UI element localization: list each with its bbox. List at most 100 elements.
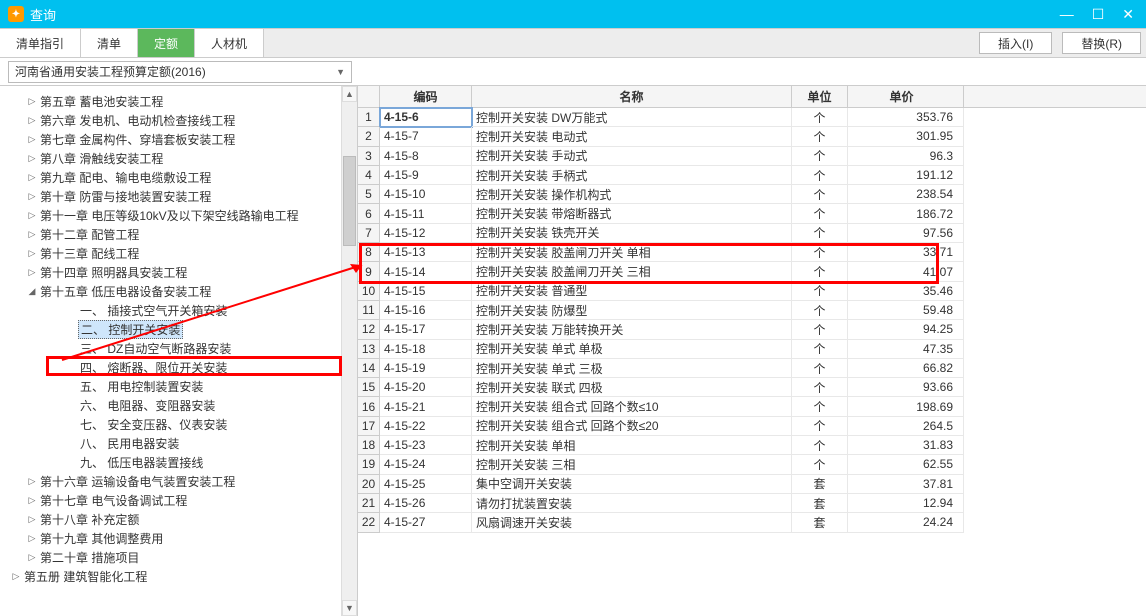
table-row[interactable]: 44-15-9控制开关安装 手柄式个191.12 (358, 166, 1146, 185)
expander-icon[interactable]: ◢ (26, 286, 38, 297)
tree-item[interactable]: 九、 低压电器装置接线 (6, 453, 357, 472)
cell-price[interactable]: 191.12 (848, 166, 964, 185)
cell-unit[interactable]: 个 (792, 243, 848, 262)
table-row[interactable]: 124-15-17控制开关安装 万能转换开关个94.25 (358, 320, 1146, 339)
cell-price[interactable]: 94.25 (848, 320, 964, 339)
table-row[interactable]: 134-15-18控制开关安装 单式 单极个47.35 (358, 340, 1146, 359)
tree-item[interactable]: ▷第十四章 照明器具安装工程 (6, 263, 357, 282)
cell-price[interactable]: 37.81 (848, 475, 964, 494)
cell-unit[interactable]: 套 (792, 513, 848, 532)
cell-name[interactable]: 控制开关安装 单式 三极 (472, 359, 792, 378)
table-row[interactable]: 24-15-7控制开关安装 电动式个301.95 (358, 127, 1146, 146)
expander-icon[interactable]: ▷ (26, 495, 38, 506)
tree-item[interactable]: 八、 民用电器安装 (6, 434, 357, 453)
cell-name[interactable]: 控制开关安装 单式 单极 (472, 340, 792, 359)
col-code[interactable]: 编码 (380, 86, 472, 107)
scroll-down-icon[interactable]: ▼ (342, 600, 357, 616)
table-row[interactable]: 84-15-13控制开关安装 胶盖闸刀开关 单相个33.71 (358, 243, 1146, 262)
tab-0[interactable]: 清单指引 (0, 29, 81, 57)
expander-icon[interactable]: ▷ (26, 172, 38, 183)
expander-icon[interactable]: ▷ (26, 248, 38, 259)
cell-unit[interactable]: 个 (792, 397, 848, 416)
tree-item[interactable]: ▷第十二章 配管工程 (6, 225, 357, 244)
cell-unit[interactable]: 个 (792, 224, 848, 243)
cell-unit[interactable]: 个 (792, 417, 848, 436)
minimize-button[interactable]: — (1056, 6, 1078, 23)
table-row[interactable]: 204-15-25集中空调开关安装套37.81 (358, 475, 1146, 494)
cell-price[interactable]: 96.3 (848, 147, 964, 166)
cell-price[interactable]: 186.72 (848, 204, 964, 223)
tree-item[interactable]: 四、 熔断器、限位开关安装 (6, 358, 357, 377)
cell-price[interactable]: 264.5 (848, 417, 964, 436)
cell-code[interactable]: 4-15-14 (380, 262, 472, 281)
col-unit[interactable]: 单位 (792, 86, 848, 107)
table-row[interactable]: 94-15-14控制开关安装 胶盖闸刀开关 三相个41.07 (358, 262, 1146, 281)
close-button[interactable]: ✕ (1118, 6, 1138, 23)
cell-name[interactable]: 控制开关安装 普通型 (472, 282, 792, 301)
tab-1[interactable]: 清单 (81, 29, 138, 57)
tree-item[interactable]: ▷第十八章 补充定额 (6, 510, 357, 529)
cell-price[interactable]: 47.35 (848, 340, 964, 359)
cell-name[interactable]: 控制开关安装 胶盖闸刀开关 三相 (472, 262, 792, 281)
table-row[interactable]: 144-15-19控制开关安装 单式 三极个66.82 (358, 359, 1146, 378)
cell-unit[interactable]: 个 (792, 127, 848, 146)
tree-item[interactable]: ▷第十一章 电压等级10kV及以下架空线路输电工程 (6, 206, 357, 225)
table-row[interactable]: 164-15-21控制开关安装 组合式 回路个数≤10个198.69 (358, 397, 1146, 416)
cell-unit[interactable]: 个 (792, 185, 848, 204)
cell-name[interactable]: 控制开关安装 防爆型 (472, 301, 792, 320)
cell-code[interactable]: 4-15-27 (380, 513, 472, 532)
cell-name[interactable]: 控制开关安装 胶盖闸刀开关 单相 (472, 243, 792, 262)
cell-price[interactable]: 198.69 (848, 397, 964, 416)
cell-code[interactable]: 4-15-6 (380, 108, 472, 127)
scroll-up-icon[interactable]: ▲ (342, 86, 357, 102)
cell-code[interactable]: 4-15-15 (380, 282, 472, 301)
expander-icon[interactable]: ▷ (26, 552, 38, 563)
cell-unit[interactable]: 个 (792, 166, 848, 185)
cell-price[interactable]: 41.07 (848, 262, 964, 281)
tree-item[interactable]: 三、 DZ自动空气断路器安装 (6, 339, 357, 358)
cell-price[interactable]: 93.66 (848, 378, 964, 397)
cell-price[interactable]: 238.54 (848, 185, 964, 204)
cell-unit[interactable]: 个 (792, 436, 848, 455)
cell-code[interactable]: 4-15-23 (380, 436, 472, 455)
tree-item[interactable]: ▷第十六章 运输设备电气装置安装工程 (6, 472, 357, 491)
tree-item[interactable]: ▷第八章 滑触线安装工程 (6, 149, 357, 168)
tree-item[interactable]: ▷第九章 配电、输电电缆敷设工程 (6, 168, 357, 187)
expander-icon[interactable]: ▷ (26, 514, 38, 525)
cell-unit[interactable]: 个 (792, 108, 848, 127)
table-row[interactable]: 214-15-26请勿打扰装置安装套12.94 (358, 494, 1146, 513)
cell-code[interactable]: 4-15-13 (380, 243, 472, 262)
table-row[interactable]: 174-15-22控制开关安装 组合式 回路个数≤20个264.5 (358, 417, 1146, 436)
expander-icon[interactable]: ▷ (26, 533, 38, 544)
sidebar-scrollbar[interactable]: ▲ ▼ (341, 86, 357, 616)
table-row[interactable]: 74-15-12控制开关安装 铁壳开关个97.56 (358, 224, 1146, 243)
cell-price[interactable]: 24.24 (848, 513, 964, 532)
maximize-button[interactable]: ☐ (1088, 6, 1109, 23)
cell-name[interactable]: 控制开关安装 操作机构式 (472, 185, 792, 204)
table-row[interactable]: 184-15-23控制开关安装 单相个31.83 (358, 436, 1146, 455)
catalog-dropdown[interactable]: 河南省通用安装工程预算定额(2016) ▼ (8, 61, 352, 83)
cell-code[interactable]: 4-15-8 (380, 147, 472, 166)
cell-code[interactable]: 4-15-12 (380, 224, 472, 243)
cell-code[interactable]: 4-15-18 (380, 340, 472, 359)
tree-item[interactable]: 五、 用电控制装置安装 (6, 377, 357, 396)
cell-name[interactable]: 控制开关安装 DW万能式 (472, 108, 792, 127)
tree-item[interactable]: ▷第十章 防雷与接地装置安装工程 (6, 187, 357, 206)
col-price[interactable]: 单价 (848, 86, 964, 107)
cell-unit[interactable]: 个 (792, 147, 848, 166)
cell-name[interactable]: 控制开关安装 组合式 回路个数≤20 (472, 417, 792, 436)
expander-icon[interactable]: ▷ (26, 153, 38, 164)
cell-unit[interactable]: 个 (792, 282, 848, 301)
table-row[interactable]: 114-15-16控制开关安装 防爆型个59.48 (358, 301, 1146, 320)
tree-item[interactable]: ▷第二十章 措施项目 (6, 548, 357, 567)
cell-price[interactable]: 62.55 (848, 455, 964, 474)
expander-icon[interactable]: ▷ (26, 191, 38, 202)
cell-price[interactable]: 35.46 (848, 282, 964, 301)
expander-icon[interactable]: ▷ (10, 571, 22, 582)
table-row[interactable]: 224-15-27风扇调速开关安装套24.24 (358, 513, 1146, 532)
cell-price[interactable]: 301.95 (848, 127, 964, 146)
cell-code[interactable]: 4-15-10 (380, 185, 472, 204)
cell-code[interactable]: 4-15-21 (380, 397, 472, 416)
cell-code[interactable]: 4-15-24 (380, 455, 472, 474)
cell-price[interactable]: 66.82 (848, 359, 964, 378)
